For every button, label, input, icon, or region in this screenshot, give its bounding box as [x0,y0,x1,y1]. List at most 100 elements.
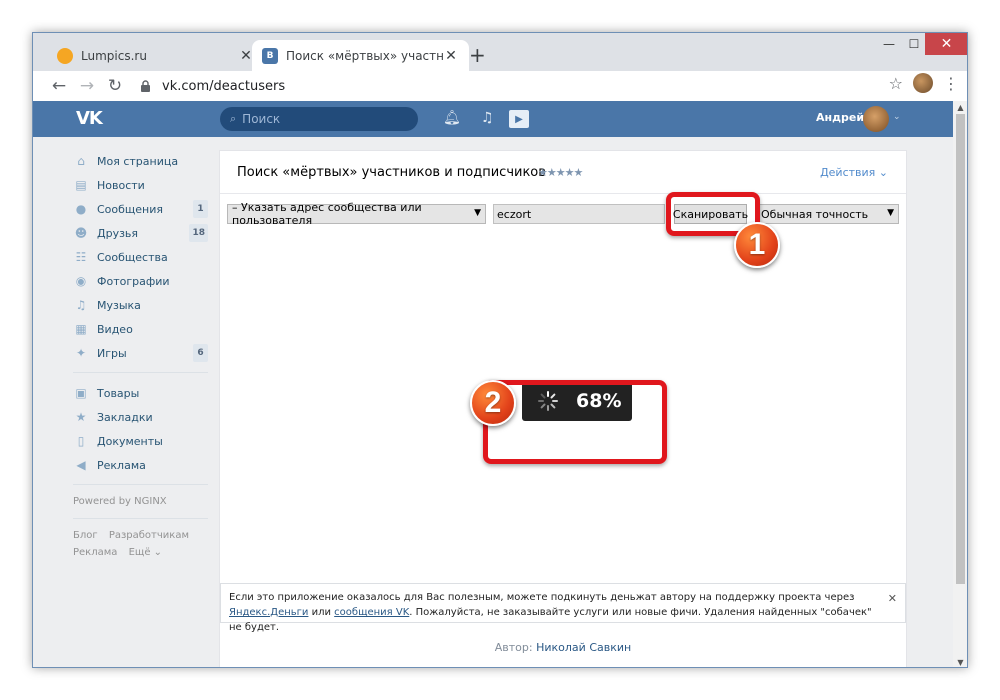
sidebar-item-goods[interactable]: ▣ Товары [73,381,208,405]
communities-icon: ☷ [75,250,87,264]
shopping-bag-icon: ▣ [75,386,87,400]
tab-vk-deactusers[interactable]: B Поиск «мёртвых» участников и ✕ [252,40,469,71]
search-placeholder: Поиск [242,112,281,126]
browser-menu-icon[interactable]: ⋮ [943,74,959,93]
footer-links: Блог Разработчикам Реклама Ещё ⌄ [73,527,208,561]
sidebar-item-label: Документы [97,434,163,448]
app-title: Поиск «мёртвых» участников и подписчиков [237,165,546,180]
music-icon[interactable]: ♫ [481,110,494,126]
footer-link-ads[interactable]: Реклама [73,547,117,558]
sidebar-divider [73,372,208,373]
play-icon[interactable]: ▶ [509,110,529,128]
sidebar-item-label: Фотографии [97,274,170,288]
video-icon: ▦ [75,322,87,336]
sidebar-item-label: Друзья [97,226,139,240]
step-badge-2: 2 [470,380,516,426]
lumpics-favicon-icon [57,47,73,64]
scroll-down-arrow-icon[interactable]: ▼ [953,656,967,667]
sidebar-item-label: Моя страница [97,154,179,168]
target-type-value: – Указать адрес сообщества или пользоват… [232,201,422,227]
counter-badge: 6 [193,344,208,362]
url-text: vk.com/deactusers [162,78,286,94]
rating-stars: ★★★★★ [538,166,583,179]
target-id-input[interactable]: eczort [493,204,665,224]
bookmark-star-icon[interactable]: ☆ [889,74,903,93]
dropdown-arrow-icon: ▼ [887,208,894,218]
vk-header: VK ⌕ Поиск 🔔︎ ♫ ▶ Андрей ⌄ [33,101,953,137]
scroll-thumb[interactable] [956,114,965,584]
close-tab-icon[interactable]: ✕ [443,48,459,64]
sidebar-item-music[interactable]: ♫ Музыка [73,293,208,317]
back-button[interactable]: ← [46,73,72,99]
notice-text: Если это приложение оказалось для Вас по… [229,592,855,603]
tab-strip: Lumpics.ru ✕ B Поиск «мёртвых» участнико… [33,33,967,71]
tab-title: Поиск «мёртвых» участников и [286,48,443,63]
sidebar-item-communities[interactable]: ☷ Сообщества [73,245,208,269]
counter-badge: 1 [193,200,208,218]
minimize-button[interactable]: — [875,33,903,55]
author-link[interactable]: Николай Савкин [536,641,631,654]
footer-link-more[interactable]: Ещё ⌄ [129,547,162,558]
vk-messages-link[interactable]: сообщения VK [334,607,409,618]
chevron-down-icon[interactable]: ⌄ [893,112,901,122]
vk-logo[interactable]: VK [76,108,103,129]
user-name[interactable]: Андрей [816,111,864,124]
sidebar-item-ads[interactable]: ◀ Реклама [73,453,208,477]
precision-select[interactable]: Обычная точность ▼ [756,204,899,224]
user-avatar[interactable] [863,106,889,132]
dropdown-arrow-icon: ▼ [474,208,481,218]
megaphone-icon: ◀ [76,458,86,472]
news-icon: ▤ [75,178,87,192]
sidebar-item-bookmarks[interactable]: ★ Закладки [73,405,208,429]
maximize-button[interactable]: ☐ [903,33,925,55]
sidebar-item-messages[interactable]: ● Сообщения 1 [73,197,208,221]
sidebar-item-label: Сообщения [97,202,164,216]
window-close-button[interactable]: ✕ [925,33,967,55]
sidebar-item-label: Видео [97,322,133,336]
scroll-up-arrow-icon[interactable]: ▲ [953,101,967,114]
notifications-bell-icon[interactable]: 🔔︎ [443,110,461,126]
precision-value: Обычная точность [761,207,869,221]
bookmarks-star-icon: ★ [75,410,87,424]
tab-lumpics[interactable]: Lumpics.ru ✕ [47,40,264,71]
close-icon[interactable]: ✕ [888,591,897,606]
footer-link-developers[interactable]: Разработчикам [109,530,189,541]
reload-button[interactable]: ↻ [102,73,128,99]
forward-button[interactable]: → [74,73,100,99]
home-icon: ⌂ [77,154,85,168]
actions-dropdown[interactable]: Действия ⌄ [820,166,888,179]
sidebar-item-photos[interactable]: ◉ Фотографии [73,269,208,293]
friends-icon: ☻ [74,226,88,240]
new-tab-button[interactable]: + [469,45,486,65]
sidebar-item-my-page[interactable]: ⌂ Моя страница [73,149,208,173]
sidebar-item-video[interactable]: ▦ Видео [73,317,208,341]
messages-icon: ● [75,202,87,216]
sidebar-divider [73,518,208,519]
author-label: Автор: [494,641,537,654]
yandex-money-link[interactable]: Яндекс.Деньги [229,607,308,618]
notice-text: или [308,607,335,618]
sidebar-item-label: Новости [97,178,145,192]
sidebar-item-games[interactable]: ✦ Игры 6 [73,341,208,365]
app-header: Поиск «мёртвых» участников и подписчиков… [220,151,906,194]
target-type-select[interactable]: – Указать адрес сообщества или пользоват… [227,201,486,227]
vk-search-input[interactable]: ⌕ Поиск [220,107,418,131]
document-icon: ▯ [77,434,85,448]
sidebar-item-label: Товары [97,386,140,400]
vk-favicon-icon: B [262,47,278,64]
address-bar[interactable]: vk.com/deactusers [136,73,906,99]
tab-title: Lumpics.ru [81,48,147,63]
page-scrollbar[interactable]: ▲ ▼ [953,101,967,667]
music-icon: ♫ [75,298,87,312]
search-icon: ⌕ [230,112,237,125]
sidebar-divider [73,484,208,485]
sidebar-item-label: Игры [97,346,127,360]
author-line: Автор: Николай Савкин [220,641,906,654]
sidebar-item-label: Музыка [97,298,141,312]
sidebar-item-documents[interactable]: ▯ Документы [73,429,208,453]
profile-avatar[interactable] [913,73,933,93]
sidebar-item-news[interactable]: ▤ Новости [73,173,208,197]
footer-link-blog[interactable]: Блог [73,530,98,541]
sidebar-item-friends[interactable]: ☻ Друзья 18 [73,221,208,245]
browser-toolbar: ← → ↻ vk.com/deactusers ☆ ⋮ [33,71,967,101]
